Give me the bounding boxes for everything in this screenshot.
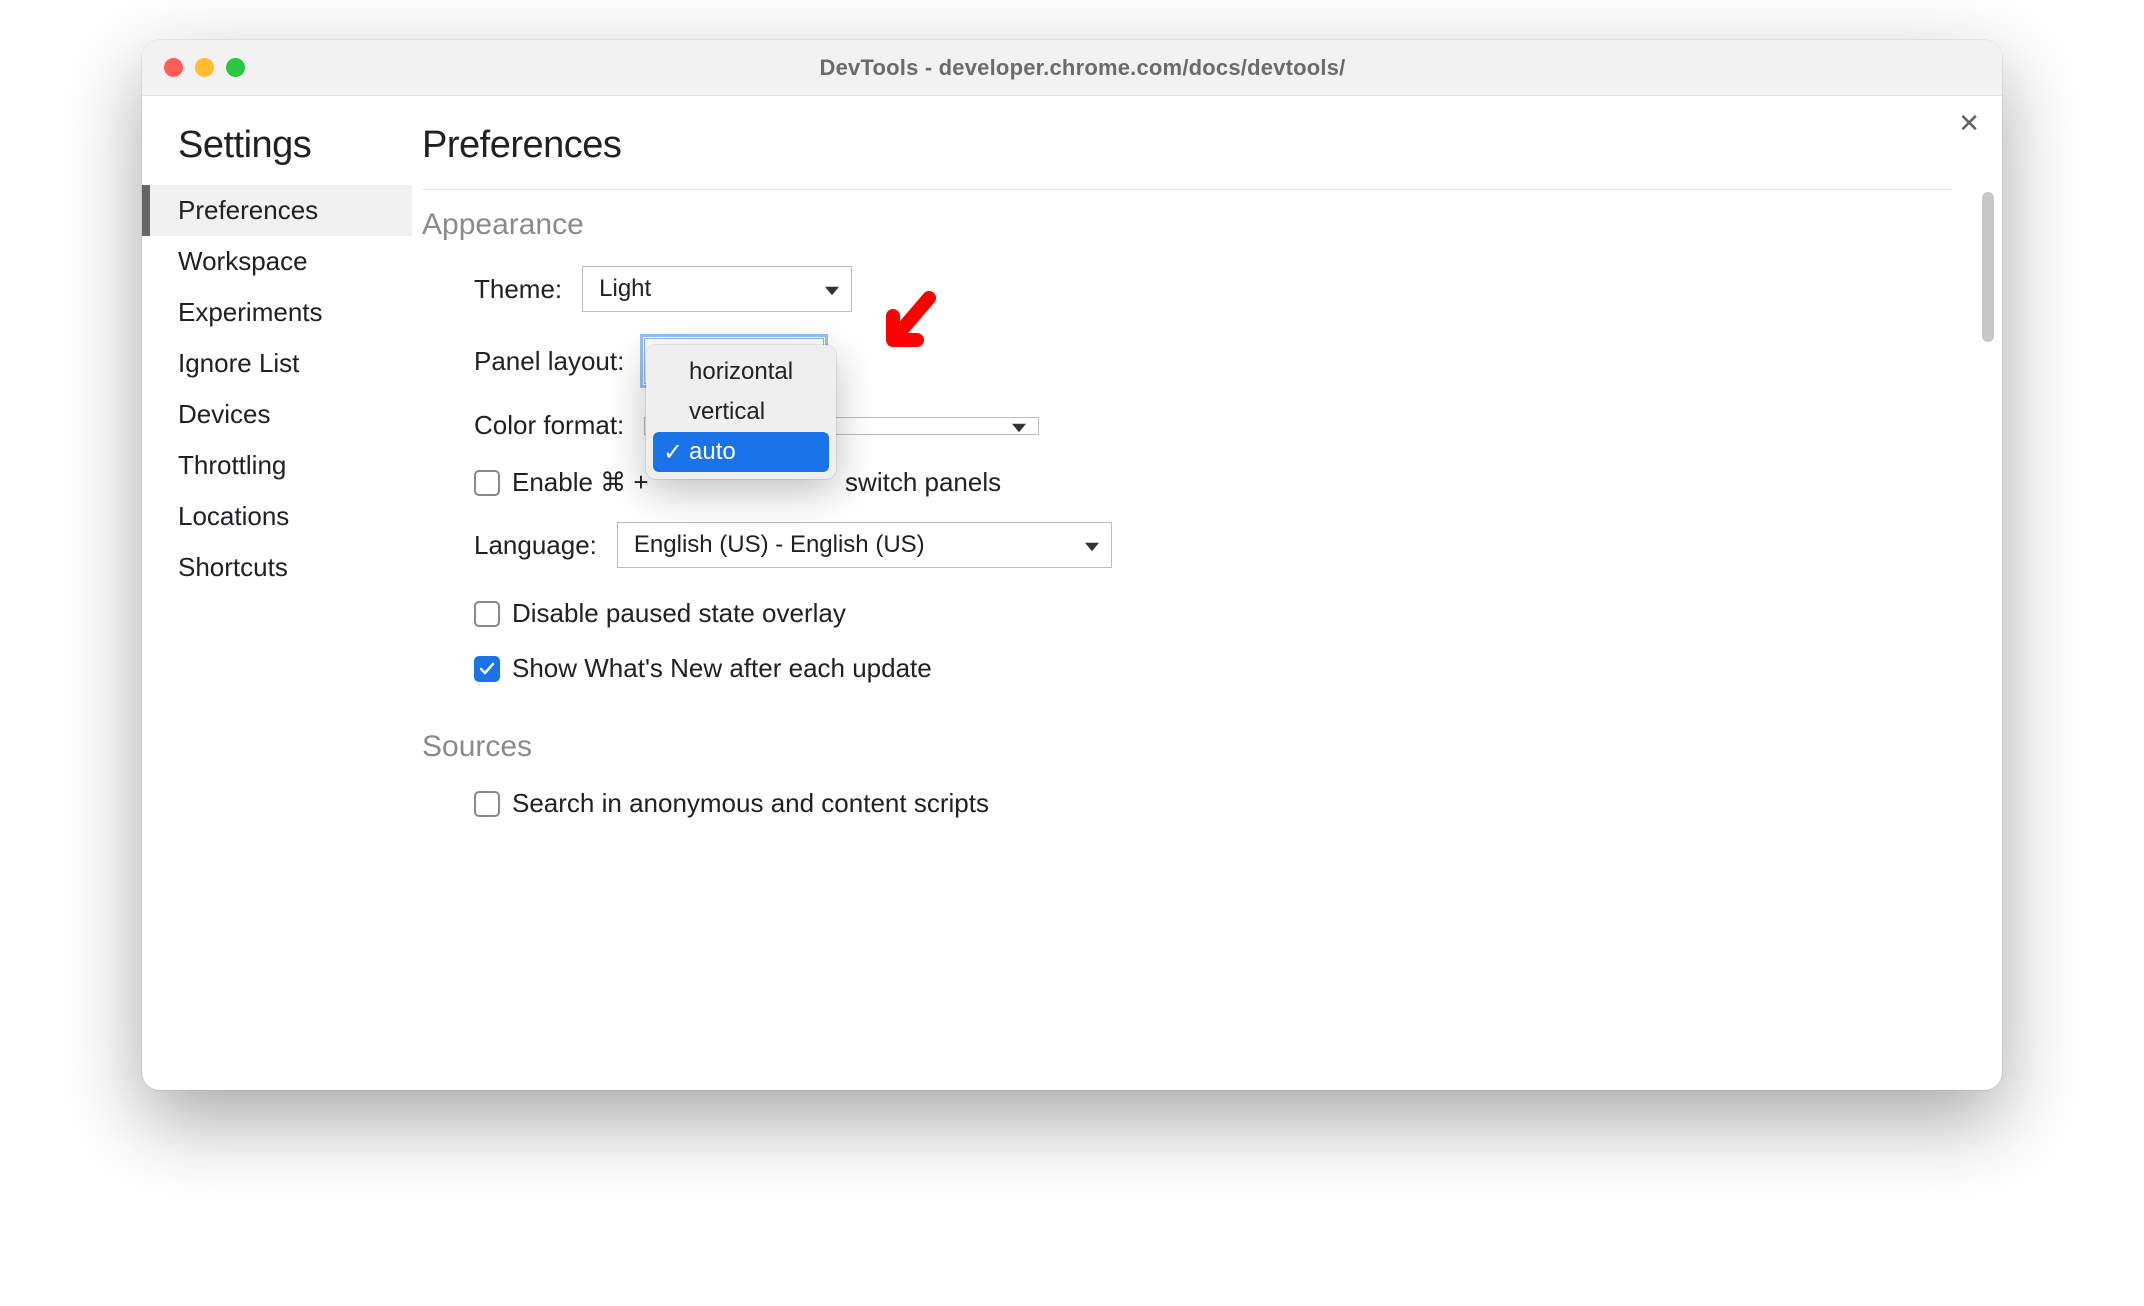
settings-sidebar: Settings Preferences Workspace Experimen… xyxy=(142,96,412,1090)
disable-overlay-checkbox[interactable] xyxy=(474,601,500,627)
language-select[interactable]: English (US) - English (US) xyxy=(617,522,1112,568)
language-label: Language: xyxy=(474,530,597,561)
enable-cmd-checkbox[interactable] xyxy=(474,470,500,496)
search-anon-checkbox[interactable] xyxy=(474,791,500,817)
sources-header: Sources xyxy=(422,730,1952,764)
content: ✕ Settings Preferences Workspace Experim… xyxy=(142,96,2002,1090)
window-title: DevTools - developer.chrome.com/docs/dev… xyxy=(245,55,1920,81)
arrow-annotation-icon xyxy=(879,290,939,365)
page-title: Preferences xyxy=(422,124,1952,167)
chevron-down-icon xyxy=(1012,412,1026,440)
sidebar-item-label: Throttling xyxy=(178,450,286,480)
disable-overlay-row: Disable paused state overlay xyxy=(474,598,1952,629)
whats-new-checkbox[interactable] xyxy=(474,656,500,682)
sidebar-item-label: Shortcuts xyxy=(178,552,288,582)
sidebar-item-label: Experiments xyxy=(178,297,323,327)
sidebar-item-devices[interactable]: Devices xyxy=(142,389,412,440)
color-format-label: Color format: xyxy=(474,410,624,441)
panel-layout-dropdown: horizontal vertical auto xyxy=(646,345,836,479)
sidebar-item-label: Ignore List xyxy=(178,348,299,378)
theme-row: Theme: Light xyxy=(474,266,1952,312)
sidebar-title: Settings xyxy=(142,124,412,185)
whats-new-row: Show What's New after each update xyxy=(474,653,1952,684)
sidebar-item-ignore-list[interactable]: Ignore List xyxy=(142,338,412,389)
dropdown-option-auto[interactable]: auto xyxy=(653,432,829,472)
chevron-down-icon xyxy=(825,275,839,303)
sidebar-item-label: Workspace xyxy=(178,246,308,276)
sidebar-item-label: Preferences xyxy=(178,195,318,225)
titlebar: DevTools - developer.chrome.com/docs/dev… xyxy=(142,40,2002,96)
devtools-window: DevTools - developer.chrome.com/docs/dev… xyxy=(142,40,2002,1090)
language-row: Language: English (US) - English (US) xyxy=(474,522,1952,568)
language-select-value: English (US) - English (US) xyxy=(634,531,925,559)
theme-label: Theme: xyxy=(474,274,562,305)
sidebar-item-locations[interactable]: Locations xyxy=(142,491,412,542)
sidebar-item-label: Locations xyxy=(178,501,289,531)
preferences-panel: Preferences Appearance Theme: Light Pane… xyxy=(412,96,2002,1090)
chevron-down-icon xyxy=(1085,531,1099,559)
whats-new-label: Show What's New after each update xyxy=(512,653,932,684)
search-anon-row: Search in anonymous and content scripts xyxy=(474,788,1952,819)
minimize-window-button[interactable] xyxy=(195,58,214,77)
dropdown-option-vertical[interactable]: vertical xyxy=(653,392,829,432)
disable-overlay-label: Disable paused state overlay xyxy=(512,598,846,629)
divider xyxy=(422,189,1952,190)
theme-select-value: Light xyxy=(599,275,651,303)
sidebar-item-workspace[interactable]: Workspace xyxy=(142,236,412,287)
sidebar-item-shortcuts[interactable]: Shortcuts xyxy=(142,542,412,593)
sidebar-item-label: Devices xyxy=(178,399,270,429)
panel-layout-label: Panel layout: xyxy=(474,346,624,377)
sidebar-item-preferences[interactable]: Preferences xyxy=(142,185,412,236)
zoom-window-button[interactable] xyxy=(226,58,245,77)
theme-select[interactable]: Light xyxy=(582,266,852,312)
appearance-header: Appearance xyxy=(422,208,1952,242)
dropdown-option-horizontal[interactable]: horizontal xyxy=(653,352,829,392)
sidebar-item-experiments[interactable]: Experiments xyxy=(142,287,412,338)
traffic-lights xyxy=(164,58,245,77)
search-anon-label: Search in anonymous and content scripts xyxy=(512,788,989,819)
sidebar-item-throttling[interactable]: Throttling xyxy=(142,440,412,491)
close-window-button[interactable] xyxy=(164,58,183,77)
